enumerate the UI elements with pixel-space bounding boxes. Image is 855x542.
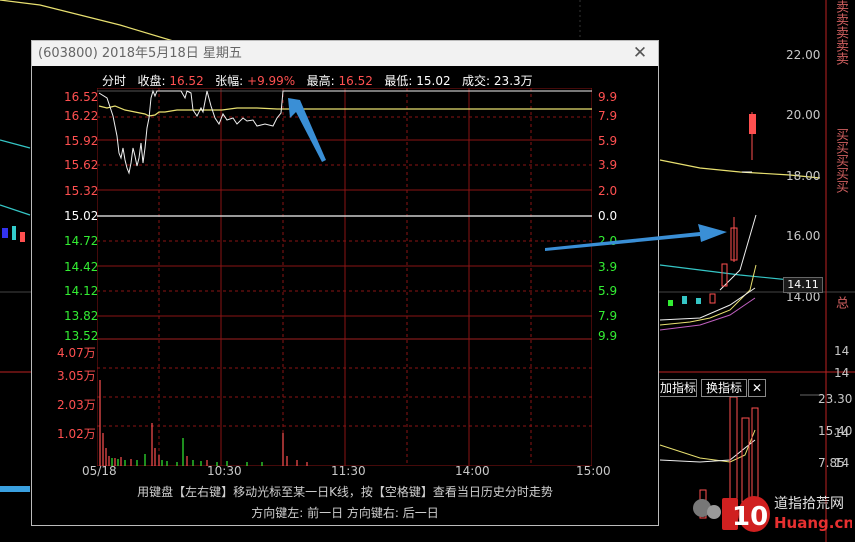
pct-label: 7.9 xyxy=(598,109,618,123)
intraday-popup: (603800) 2018年5月18日 星期五 ✕ 分时 收盘: 16.52 张… xyxy=(31,40,659,526)
keyboard-hint: 用键盘【左右键】移动光标至某一日K线，按【空格键】查看当日历史分时走势 xyxy=(137,485,553,499)
cut-axis-label: 14 xyxy=(834,426,850,440)
pct-label: 9.9 xyxy=(598,90,618,104)
watermark-logo: 10 道指拾荒网 Huang.cn xyxy=(688,488,854,538)
pct-label: 5.9 xyxy=(598,284,618,298)
time-label: 15:00 xyxy=(576,464,611,478)
price-label: 16.22 xyxy=(64,109,99,123)
volume-value: 23.3万 xyxy=(493,74,533,88)
price-label: 14.42 xyxy=(64,260,99,274)
cut-axis-label: 14 xyxy=(834,344,850,358)
close-icon[interactable]: ✕ xyxy=(630,43,650,63)
svg-text:Huang.cn: Huang.cn xyxy=(774,514,852,532)
price-label: 16.52 xyxy=(64,90,99,104)
direction-hint: 方向键左: 前一日 方向键右: 后一日 xyxy=(251,506,439,520)
volume-axis-label: 23.30 xyxy=(818,392,853,406)
switch-indicator-button[interactable]: 换指标 xyxy=(701,379,747,397)
volume-label: 2.03万 xyxy=(57,398,96,412)
right-axis-label: 16.00 xyxy=(786,229,821,243)
pct-label: 9.9 xyxy=(598,329,618,343)
price-label: 13.52 xyxy=(64,329,99,343)
add-indicator-button[interactable]: 加指标 xyxy=(660,379,697,397)
volume-label: 3.05万 xyxy=(57,369,96,383)
label-volume: 成交: xyxy=(462,74,491,88)
price-label: 15.62 xyxy=(64,158,99,172)
time-label: 05/18 xyxy=(82,464,117,478)
volume-label: 4.07万 xyxy=(57,346,96,360)
current-price-box: 14.11 xyxy=(783,277,823,293)
time-label: 11:30 xyxy=(331,464,366,478)
low-value: 15.02 xyxy=(416,74,451,88)
popup-title: (603800) 2018年5月18日 星期五 xyxy=(38,46,242,61)
svg-text:10: 10 xyxy=(732,502,768,532)
right-axis-label: 20.00 xyxy=(786,108,821,122)
cut-axis-label: 14 xyxy=(834,366,850,380)
cut-axis-label: 14 xyxy=(834,456,850,470)
close-value: 16.52 xyxy=(169,74,204,88)
buy-side-labels: 买买买买买 xyxy=(833,128,848,193)
pct-label: 3.9 xyxy=(598,158,618,172)
right-axis-label: 18.00 xyxy=(786,169,821,183)
label-high: 最高: xyxy=(306,74,335,88)
pct-label: 2.0 xyxy=(598,234,618,248)
pct-label: 7.9 xyxy=(598,309,618,323)
popup-info-bar: 分时 收盘: 16.52 张幅: +9.99% 最高: 16.52 最低: 15… xyxy=(102,72,533,89)
time-label: 14:00 xyxy=(455,464,490,478)
pct-label: 2.0 xyxy=(598,184,618,198)
label-low: 最低: xyxy=(384,74,413,88)
price-label: 15.92 xyxy=(64,134,99,148)
intraday-chart[interactable] xyxy=(97,88,592,466)
pct-label: 5.9 xyxy=(598,134,618,148)
label-close: 收盘: xyxy=(137,74,166,88)
sell-side-labels: 卖卖卖卖卖 xyxy=(833,0,848,65)
popup-titlebar[interactable]: (603800) 2018年5月18日 星期五 ✕ xyxy=(32,41,658,66)
pct-label: 3.9 xyxy=(598,260,618,274)
close-indicator-button[interactable]: ✕ xyxy=(748,379,766,397)
total-label: 总 xyxy=(833,296,848,309)
high-value: 16.52 xyxy=(338,74,373,88)
svg-text:道指拾荒网: 道指拾荒网 xyxy=(774,496,844,512)
label-change: 张幅: xyxy=(215,74,244,88)
price-label: 14.72 xyxy=(64,234,99,248)
label-time: 分时 xyxy=(102,74,127,88)
volume-label: 1.02万 xyxy=(57,427,96,441)
price-label: 14.12 xyxy=(64,284,99,298)
pct-label: 0.0 xyxy=(598,209,618,223)
time-label: 10:30 xyxy=(207,464,242,478)
change-value: +9.99% xyxy=(247,74,296,88)
price-label: 15.02 xyxy=(64,209,99,223)
right-axis-label: 22.00 xyxy=(786,48,821,62)
price-label: 15.32 xyxy=(64,184,99,198)
price-label: 13.82 xyxy=(64,309,99,323)
